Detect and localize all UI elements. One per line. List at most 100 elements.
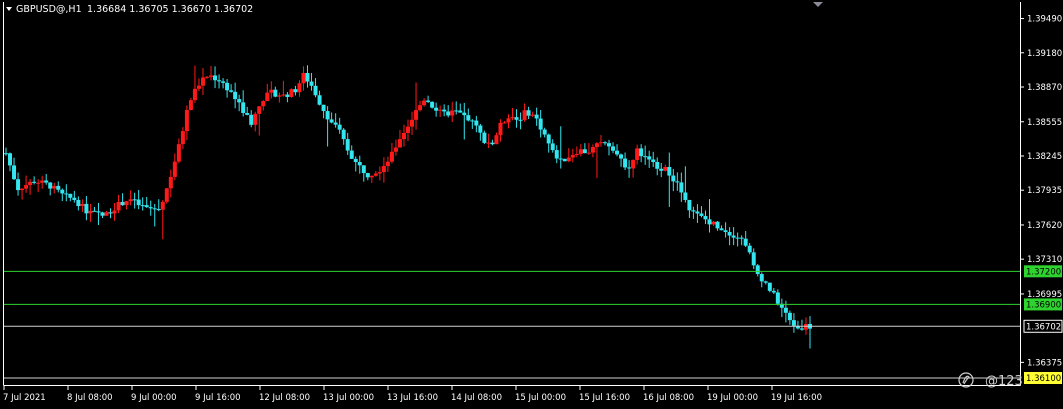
level-label: 1.37200	[1026, 267, 1061, 277]
y-tick-label: 1.37310	[1027, 255, 1062, 265]
candle-body	[699, 213, 704, 216]
candle-body	[293, 89, 298, 93]
candle-body	[84, 203, 89, 214]
candle-body	[305, 72, 310, 82]
candle-body	[297, 83, 302, 93]
x-tick-label: 7 Jul 2021	[3, 393, 46, 403]
x-tick-label: 8 Jul 08:00	[67, 393, 113, 403]
candle-body	[526, 110, 531, 116]
candle-body	[763, 281, 768, 283]
candle-body	[474, 120, 479, 126]
candle-body	[381, 166, 386, 173]
candle-body	[611, 146, 616, 151]
candle-body	[787, 312, 792, 321]
candle-body	[128, 199, 133, 202]
x-tick-label: 15 Jul 16:00	[579, 393, 630, 403]
candle-body	[422, 100, 427, 106]
candle-body	[799, 328, 804, 330]
candle-body	[64, 193, 69, 195]
candle-body	[345, 139, 350, 151]
candle-body	[160, 201, 165, 210]
candle-body	[317, 95, 322, 105]
candle-body	[450, 110, 455, 116]
candle-body	[180, 131, 185, 145]
candle-body	[269, 89, 274, 93]
candle-body	[470, 120, 475, 122]
candle-body	[707, 219, 712, 225]
candle-body	[253, 113, 258, 125]
candle-body	[502, 122, 507, 124]
candle-body	[229, 90, 234, 92]
candle-body	[124, 201, 129, 206]
candle-body	[369, 175, 374, 178]
candle-body	[418, 105, 423, 111]
candle-body	[562, 158, 567, 162]
candle-body	[28, 181, 33, 186]
candle-body	[458, 110, 463, 113]
candle-body	[691, 210, 696, 212]
candle-body	[225, 82, 230, 91]
candle-body	[530, 114, 535, 116]
candle-body	[426, 100, 431, 102]
candle-body	[301, 72, 306, 84]
candle-body	[289, 89, 294, 97]
candle-body	[104, 212, 109, 216]
candle-body	[188, 100, 193, 110]
candle-body	[365, 173, 370, 178]
candle-body	[751, 252, 756, 266]
candle-body	[325, 111, 330, 120]
candle-body	[341, 129, 346, 140]
candle-body	[406, 126, 410, 133]
candle-body	[144, 205, 149, 208]
x-tick-label: 9 Jul 00:00	[131, 393, 177, 403]
candle-body	[747, 245, 752, 253]
candle-body	[695, 211, 700, 214]
candle-body	[791, 320, 796, 326]
candle-body	[570, 154, 575, 158]
candle-body	[703, 215, 708, 220]
candle-body	[32, 181, 37, 183]
candle-body	[152, 208, 157, 210]
candle-body	[200, 77, 205, 86]
candle-body	[486, 142, 491, 144]
candle-body	[671, 175, 676, 182]
candle-body	[755, 265, 760, 275]
candle-body	[36, 182, 41, 184]
y-tick-label: 1.38870	[1027, 83, 1062, 93]
candle-body	[582, 149, 587, 154]
candle-body	[233, 91, 238, 100]
candle-body	[586, 152, 591, 154]
candle-body	[635, 148, 640, 160]
candle-body	[803, 323, 808, 330]
candle-body	[767, 282, 772, 291]
candle-body	[506, 118, 511, 123]
price-chart[interactable]: GBPUSD@,H1 1.36684 1.36705 1.36670 1.367…	[0, 0, 1063, 409]
candle-body	[261, 101, 266, 107]
candle-body	[140, 205, 145, 207]
candle-body	[136, 199, 141, 206]
candle-body	[92, 210, 97, 212]
candle-body	[518, 119, 523, 121]
candle-body	[438, 109, 443, 111]
candle-body	[196, 85, 201, 89]
candle-body	[241, 102, 246, 113]
candle-body	[574, 154, 579, 156]
candle-body	[357, 162, 362, 166]
candle-body	[619, 154, 624, 159]
candle-body	[156, 209, 161, 211]
candle-body	[594, 143, 599, 148]
candle-body	[172, 161, 177, 177]
candle-body	[277, 95, 282, 97]
symbol-label: GBPUSD@,H1	[16, 4, 82, 15]
candle-body	[313, 85, 318, 96]
candle-body	[285, 94, 290, 97]
chart-header: GBPUSD@,H1 1.36684 1.36705 1.36670 1.367…	[6, 4, 253, 15]
candle-body	[257, 106, 262, 114]
candle-body	[414, 110, 419, 120]
candle-body	[265, 92, 270, 102]
candle-body	[607, 143, 611, 147]
candle-body	[60, 189, 65, 194]
candle-body	[393, 147, 398, 152]
candle-body	[430, 101, 435, 108]
candle-body	[249, 114, 254, 125]
